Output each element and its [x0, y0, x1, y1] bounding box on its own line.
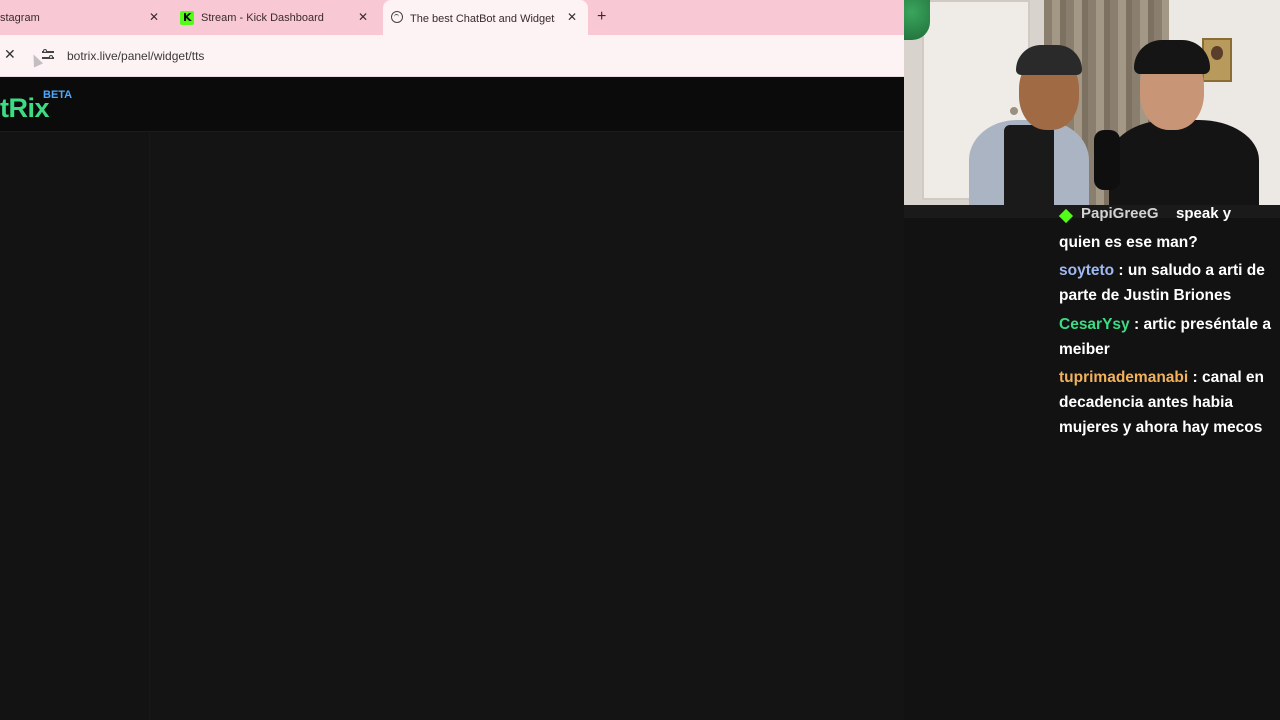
tab-title: The best ChatBot and Widgets [410, 13, 555, 25]
chat-message: quien es ese man? [1059, 230, 1280, 255]
chat-message: CesarYsy : artic preséntale a meiber [1059, 316, 1271, 358]
chat-username: PapiGreeG [1081, 207, 1159, 222]
tab-botrix[interactable]: The best ChatBot and Widgets ✕ [383, 0, 588, 38]
chat-badge-icon [1059, 208, 1074, 224]
site-settings-icon[interactable] [42, 48, 56, 62]
close-icon[interactable]: ✕ [567, 11, 577, 23]
tab-instagram[interactable]: stagram ✕ [0, 0, 170, 35]
microphone [1094, 130, 1120, 190]
chat-username: tuprimademanabi [1059, 369, 1189, 386]
beta-badge: BETA [43, 89, 73, 101]
chat-username: soyteto [1059, 262, 1115, 279]
screen: stagram ✕ Stream - Kick Dashboard ✕ The … [0, 0, 1280, 720]
address-toolbar: ✕ botrix.live/panel/widget/tts [0, 35, 904, 77]
webcam-person-right [1109, 120, 1259, 218]
tab-strip: stagram ✕ Stream - Kick Dashboard ✕ The … [0, 0, 904, 38]
kick-logo-icon [180, 11, 194, 25]
browser-window: stagram ✕ Stream - Kick Dashboard ✕ The … [0, 0, 904, 720]
tab-kick-dashboard[interactable]: Stream - Kick Dashboard ✕ [172, 0, 380, 35]
tab-title: stagram [0, 11, 40, 24]
stop-loading-button[interactable]: ✕ [4, 47, 16, 61]
chat-text: speak y [1176, 207, 1232, 222]
new-tab-button[interactable]: + [597, 9, 606, 25]
chat-username: CesarYsy [1059, 316, 1130, 333]
main-content [150, 133, 904, 720]
loading-icon [391, 11, 403, 23]
sidebar [0, 133, 150, 720]
botrix-logo[interactable]: tRix [0, 95, 50, 122]
chat-text: quien es ese man? [1059, 234, 1198, 251]
app-header: tRix BETA [0, 77, 904, 132]
address-bar[interactable]: botrix.live/panel/widget/tts [67, 49, 204, 63]
tab-title: Stream - Kick Dashboard [201, 11, 324, 24]
webcam-feed [904, 0, 1280, 218]
close-icon[interactable]: ✕ [358, 11, 368, 23]
chat-message: soyteto : un saludo a arti de parte de J… [1059, 262, 1265, 304]
chat-message: tuprimademanabi : canal en decadencia an… [1059, 369, 1265, 436]
chat-message-partial: PapiGreeG speak y [1059, 207, 1280, 225]
close-icon[interactable]: ✕ [149, 11, 159, 23]
